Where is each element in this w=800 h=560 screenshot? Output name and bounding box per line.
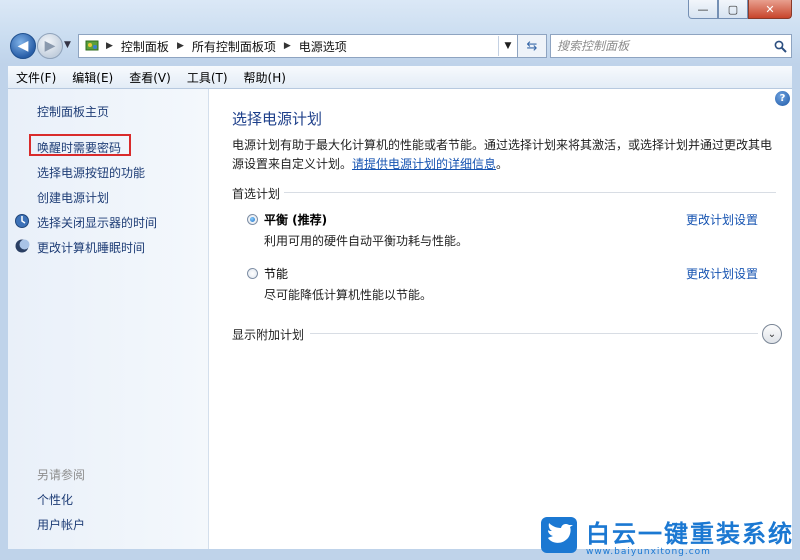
breadcrumb-separator[interactable]: ▶	[173, 41, 188, 51]
forward-arrow-icon: ▶	[44, 38, 56, 54]
menu-bar: 文件(F) 编辑(E) 查看(V) 工具(T) 帮助(H)	[8, 66, 792, 89]
plan-power-saver-name[interactable]: 节能	[264, 265, 288, 282]
description-end: 。	[496, 157, 509, 171]
breadcrumb-control-panel[interactable]: 控制面板	[117, 38, 173, 55]
sidebar-item-display-off[interactable]: 选择关闭显示器的时间	[37, 214, 157, 231]
help-icon[interactable]: ?	[775, 91, 790, 106]
highlight-box	[29, 134, 131, 156]
plan-power-saver-change-link[interactable]: 更改计划设置	[686, 265, 758, 282]
maximize-button[interactable]: ▢	[718, 0, 748, 19]
close-button[interactable]: ✕	[748, 0, 792, 19]
menu-help[interactable]: 帮助(H)	[236, 69, 294, 86]
breadcrumb-all-items[interactable]: 所有控制面板项	[188, 38, 280, 55]
back-button[interactable]: ◀	[10, 33, 36, 59]
watermark-title: 白云一键重装系统	[586, 519, 794, 548]
refresh-icon: ⇆	[526, 38, 538, 54]
plan-balanced-change-link[interactable]: 更改计划设置	[686, 211, 758, 228]
menu-file[interactable]: 文件(F)	[8, 69, 64, 86]
minimize-button[interactable]: —	[688, 0, 718, 19]
expand-chevron-icon[interactable]: ⌄	[762, 324, 782, 344]
watermark: 白云一键重装系统 www.baiyunxitong.com	[540, 510, 800, 560]
forward-button[interactable]: ▶	[37, 33, 63, 59]
page-title: 选择电源计划	[232, 110, 323, 128]
search-box[interactable]	[550, 34, 792, 58]
page-description: 电源计划有助于最大化计算机的性能或者节能。通过选择计划来将其激活，或选择计划并通…	[232, 136, 777, 174]
control-panel-icon	[82, 36, 102, 56]
plan-power-saver-description: 尽可能降低计算机性能以节能。	[264, 288, 433, 302]
moon-icon	[14, 238, 30, 254]
section-divider	[284, 192, 776, 193]
back-arrow-icon: ◀	[17, 38, 29, 54]
plan-balanced-name[interactable]: 平衡 (推荐)	[264, 211, 327, 228]
sidebar-item-power-button[interactable]: 选择电源按钮的功能	[37, 164, 145, 181]
search-input[interactable]	[551, 36, 769, 56]
menu-view[interactable]: 查看(V)	[121, 69, 179, 86]
plan-power-saver-radio[interactable]	[247, 268, 258, 279]
preferred-plans-heading: 首选计划	[232, 187, 281, 201]
sidebar-home-link[interactable]: 控制面板主页	[37, 103, 109, 120]
recent-pages-dropdown[interactable]: ▼	[64, 40, 71, 50]
sidebar-item-user-accounts[interactable]: 用户帐户	[37, 516, 85, 533]
see-also-heading: 另请参阅	[37, 468, 86, 482]
display-icon	[14, 213, 30, 229]
section-divider	[310, 333, 758, 334]
plan-info-link[interactable]: 请提供电源计划的详细信息	[352, 157, 496, 171]
additional-plans-heading[interactable]: 显示附加计划	[232, 326, 304, 343]
bird-logo-icon	[540, 516, 578, 554]
refresh-button[interactable]: ⇆	[517, 34, 547, 58]
address-bar[interactable]: ▶ 控制面板 ▶ 所有控制面板项 ▶ 电源选项 ▼	[78, 34, 518, 58]
address-dropdown-button[interactable]: ▼	[498, 36, 517, 56]
search-icon[interactable]	[769, 40, 791, 53]
plan-balanced-description: 利用可用的硬件自动平衡功耗与性能。	[264, 234, 469, 248]
sidebar-item-personalize[interactable]: 个性化	[37, 491, 73, 508]
breadcrumb-separator[interactable]: ▶	[280, 41, 295, 51]
menu-tools[interactable]: 工具(T)	[179, 69, 236, 86]
plan-balanced-radio[interactable]	[247, 214, 258, 225]
breadcrumb-power-options[interactable]: 电源选项	[295, 38, 351, 55]
sidebar-item-create-plan[interactable]: 创建电源计划	[37, 189, 109, 206]
breadcrumb-separator[interactable]: ▶	[102, 41, 117, 51]
caption-buttons: — ▢ ✕	[688, 0, 792, 19]
sidebar-item-sleep-time[interactable]: 更改计算机睡眠时间	[37, 239, 145, 256]
menu-edit[interactable]: 编辑(E)	[64, 69, 121, 86]
